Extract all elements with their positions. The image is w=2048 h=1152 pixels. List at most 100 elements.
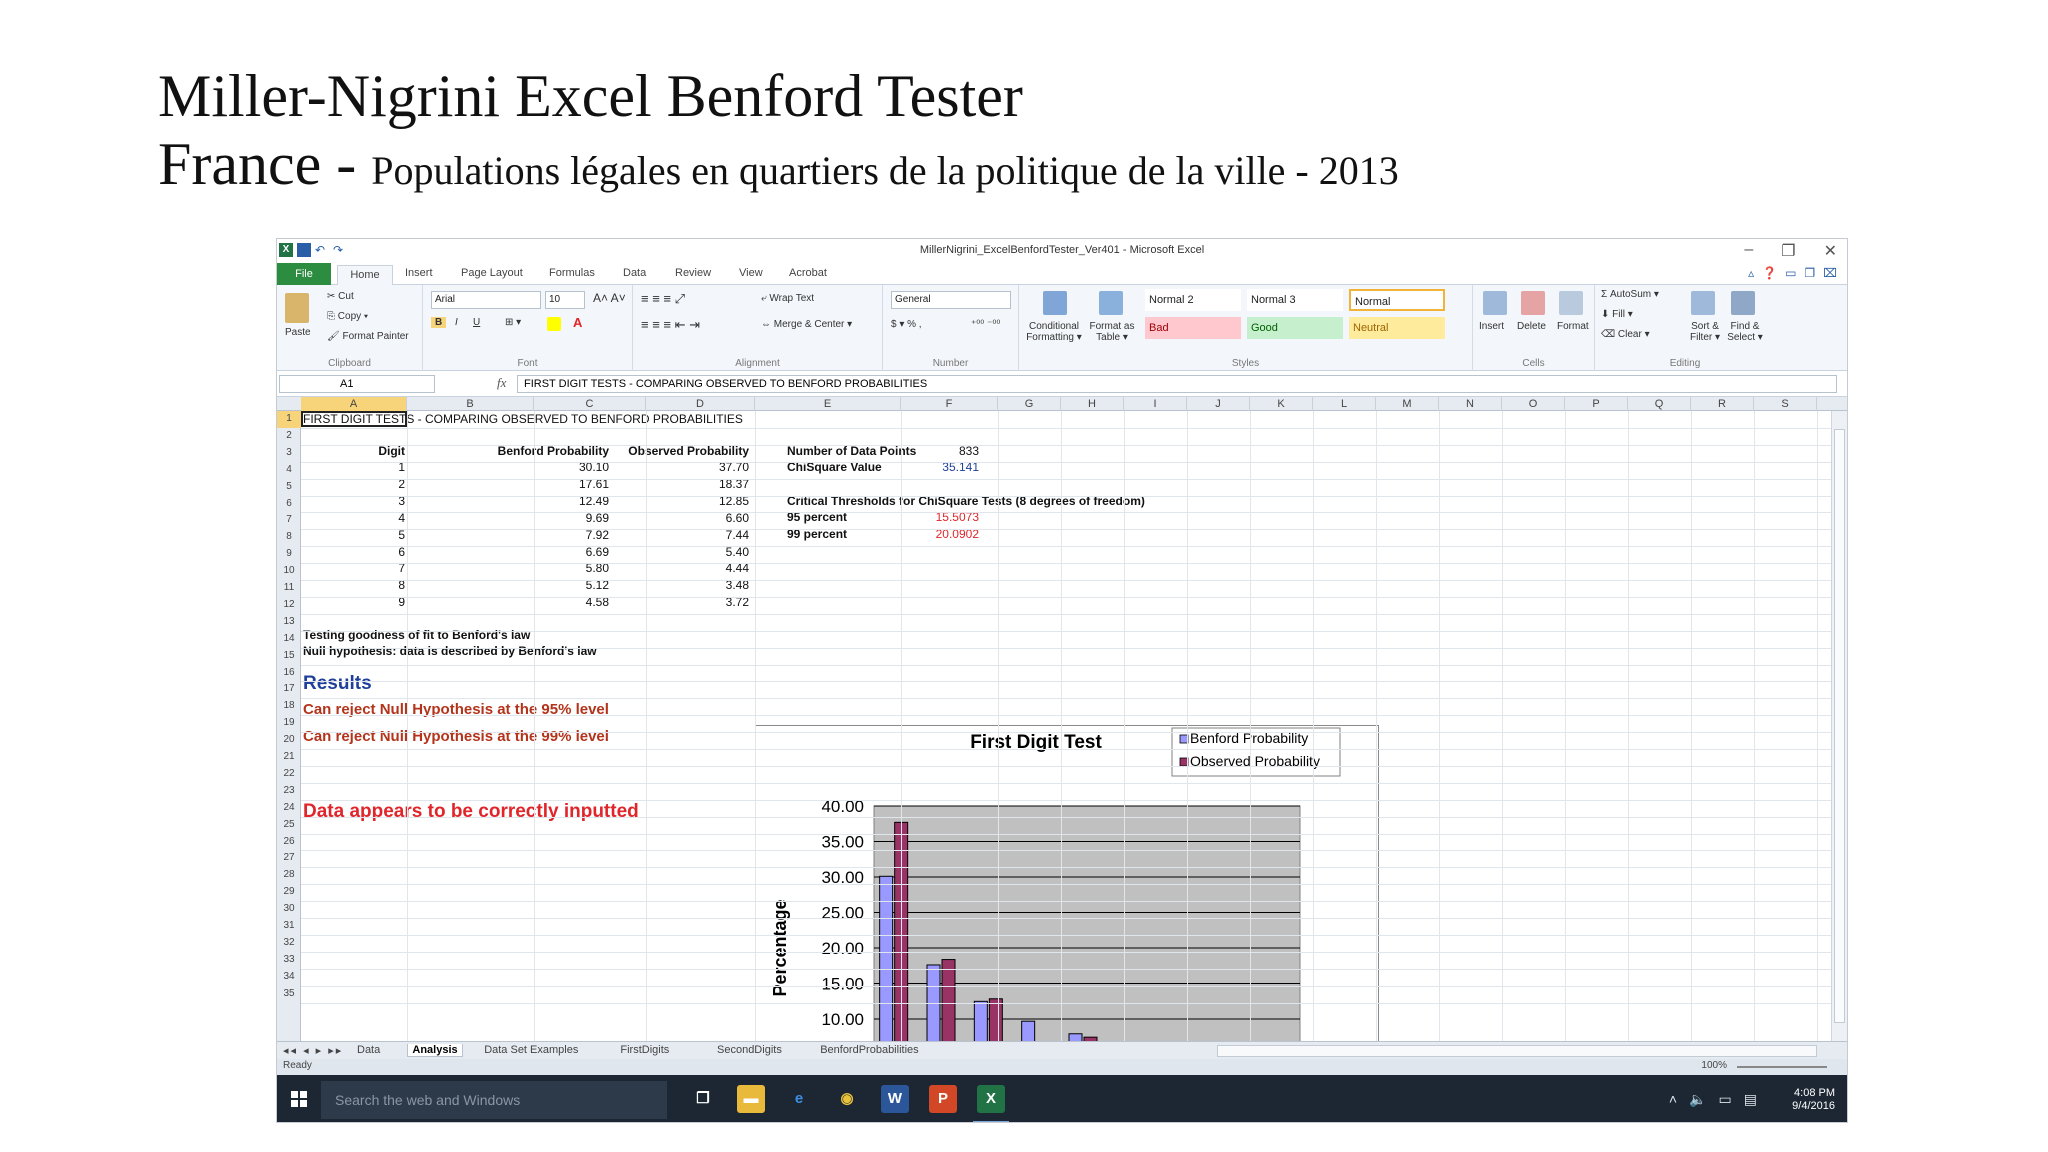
workbook-restore-icon[interactable]: ❐	[1804, 266, 1815, 280]
sheet-tab-seconddigits[interactable]: SecondDigits	[717, 1044, 782, 1056]
column-header-r[interactable]: R	[1691, 397, 1754, 411]
column-header-l[interactable]: L	[1313, 397, 1376, 411]
cell-a1[interactable]: FIRST DIGIT TESTS - COMPARING OBSERVED T…	[303, 411, 743, 427]
row-header-28[interactable]: 28	[277, 867, 301, 884]
insert-button[interactable]: Insert	[1479, 321, 1504, 332]
row-header-20[interactable]: 20	[277, 732, 301, 749]
row-header-22[interactable]: 22	[277, 766, 301, 783]
style-normal-2[interactable]: Normal 2	[1145, 289, 1241, 311]
formula-input[interactable]: FIRST DIGIT TESTS - COMPARING OBSERVED T…	[517, 375, 1837, 393]
file-explorer-icon[interactable]: ▬	[737, 1085, 765, 1113]
italic-button[interactable]: I	[455, 317, 458, 328]
sheet-tab-benfordprobabilities[interactable]: BenfordProbabilities	[820, 1044, 918, 1056]
help-icon[interactable]: ❓	[1762, 266, 1777, 280]
row-header-18[interactable]: 18	[277, 698, 301, 715]
borders-icon[interactable]: ⊞ ▾	[505, 317, 521, 328]
insert-cells-icon[interactable]	[1483, 291, 1507, 315]
column-header-p[interactable]: P	[1565, 397, 1628, 411]
testing-line[interactable]: Testing goodness of fit to Benford's law	[303, 627, 530, 643]
excel-icon[interactable]: X	[977, 1085, 1005, 1113]
column-header-h[interactable]: H	[1061, 397, 1124, 411]
volume-icon[interactable]: 🔈	[1689, 1091, 1706, 1108]
tab-page-layout[interactable]: Page Layout	[461, 267, 523, 279]
restore-button[interactable]: ❐	[1781, 241, 1795, 261]
column-header-i[interactable]: I	[1124, 397, 1187, 411]
row-header-30[interactable]: 30	[277, 901, 301, 918]
tab-file[interactable]: File	[277, 263, 331, 285]
column-header-f[interactable]: F	[901, 397, 998, 411]
paste-icon[interactable]	[285, 293, 309, 323]
close-button[interactable]: ✕	[1824, 241, 1837, 261]
row-header-16[interactable]: 16	[277, 665, 301, 682]
reject-99-line[interactable]: Can reject Null Hypothesis at the 99% le…	[303, 728, 609, 746]
currency-button[interactable]: $ ▾ % ,	[891, 319, 922, 330]
row-header-9[interactable]: 9	[277, 546, 301, 563]
row-header-29[interactable]: 29	[277, 884, 301, 901]
row-header-4[interactable]: 4	[277, 462, 301, 479]
vertical-scroll-thumb[interactable]	[1834, 429, 1845, 1023]
copy-button[interactable]: ⎘ Copy ▾	[327, 311, 368, 322]
grow-font-icon[interactable]: A˄ A˅	[593, 291, 626, 305]
sheet-tab-data[interactable]: Data	[357, 1044, 380, 1056]
row-header-5[interactable]: 5	[277, 479, 301, 496]
column-header-a[interactable]: A	[301, 397, 407, 411]
row-header-26[interactable]: 26	[277, 834, 301, 851]
name-box[interactable]: A1	[279, 375, 435, 393]
sheet-tab-data-set-examples[interactable]: Data Set Examples	[484, 1044, 578, 1056]
conditional-formatting-button[interactable]: Conditional Formatting ▾	[1023, 321, 1085, 343]
tab-acrobat[interactable]: Acrobat	[789, 267, 827, 279]
format-button[interactable]: Format	[1557, 321, 1589, 332]
zoom-level[interactable]: 100%	[1701, 1060, 1727, 1071]
null-line[interactable]: Null hypothesis: data is described by Be…	[303, 643, 597, 659]
wrap-text-button[interactable]: ⤶ Wrap Text	[761, 293, 814, 304]
column-header-d[interactable]: D	[646, 397, 755, 411]
p95-value[interactable]: 15.5073	[919, 509, 979, 525]
tab-review[interactable]: Review	[675, 267, 711, 279]
column-header-o[interactable]: O	[1502, 397, 1565, 411]
tab-data[interactable]: Data	[623, 267, 646, 279]
row-header-24[interactable]: 24	[277, 800, 301, 817]
style-normal-3[interactable]: Normal 3	[1247, 289, 1343, 311]
font-name-select[interactable]: Arial	[431, 291, 541, 309]
row-header-14[interactable]: 14	[277, 631, 301, 648]
sheet-tab-firstdigits[interactable]: FirstDigits	[620, 1044, 669, 1056]
row-header-33[interactable]: 33	[277, 952, 301, 969]
bold-button[interactable]: B	[431, 317, 447, 328]
column-header-n[interactable]: N	[1439, 397, 1502, 411]
row-header-12[interactable]: 12	[277, 597, 301, 614]
delete-cells-icon[interactable]	[1521, 291, 1545, 315]
row-header-6[interactable]: 6	[277, 496, 301, 513]
row-header-21[interactable]: 21	[277, 749, 301, 766]
workbook-min-icon[interactable]: ▭	[1785, 266, 1796, 280]
row-header-27[interactable]: 27	[277, 850, 301, 867]
workbook-close-icon[interactable]: ⌧	[1823, 266, 1837, 280]
clear-button[interactable]: ⌫ Clear ▾	[1601, 329, 1650, 340]
sort-filter-icon[interactable]	[1691, 291, 1715, 315]
row-header-17[interactable]: 17	[277, 681, 301, 698]
column-header-s[interactable]: S	[1754, 397, 1817, 411]
format-as-table-button[interactable]: Format as Table ▾	[1085, 321, 1139, 343]
row-header-25[interactable]: 25	[277, 817, 301, 834]
worksheet-grid[interactable]: FIRST DIGIT TESTS - COMPARING OBSERVED T…	[301, 411, 1831, 1041]
p95-label[interactable]: 95 percent	[787, 509, 847, 525]
underline-button[interactable]: U	[473, 317, 480, 328]
font-size-select[interactable]: 10	[545, 291, 585, 309]
column-header-m[interactable]: M	[1376, 397, 1439, 411]
number-format-select[interactable]: General	[891, 291, 1011, 309]
system-clock[interactable]: 4:08 PM 9/4/2016	[1792, 1087, 1835, 1113]
find-select-button[interactable]: Find & Select ▾	[1725, 321, 1765, 343]
row-header-31[interactable]: 31	[277, 918, 301, 935]
tab-formulas[interactable]: Formulas	[549, 267, 595, 279]
row-header-19[interactable]: 19	[277, 715, 301, 732]
tab-insert[interactable]: Insert	[405, 267, 433, 279]
insert-function-icon[interactable]: fx	[497, 375, 506, 391]
powerpoint-icon[interactable]: P	[929, 1085, 957, 1113]
style-good[interactable]: Good	[1247, 317, 1343, 339]
first-digit-chart[interactable]: 0.005.0010.0015.0020.0025.0030.0035.0040…	[755, 725, 1379, 1041]
format-table-icon[interactable]	[1099, 291, 1123, 315]
edge-icon[interactable]: e	[785, 1085, 813, 1113]
row-header-32[interactable]: 32	[277, 935, 301, 952]
column-header-g[interactable]: G	[998, 397, 1061, 411]
column-header-j[interactable]: J	[1187, 397, 1250, 411]
chrome-icon[interactable]: ◉	[833, 1085, 861, 1113]
